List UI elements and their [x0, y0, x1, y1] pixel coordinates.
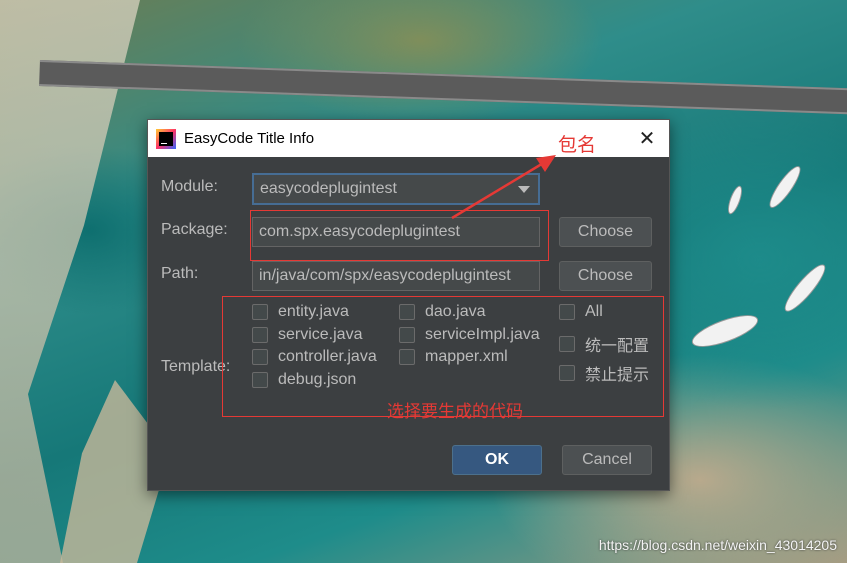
ok-button[interactable]: OK: [452, 445, 542, 475]
template-annotation-text: 选择要生成的代码: [387, 402, 523, 422]
close-icon[interactable]: ✕: [635, 126, 659, 150]
dialog-title: EasyCode Title Info: [184, 130, 315, 147]
module-value: easycodeplugintest: [260, 180, 397, 197]
coastal-road: [39, 60, 847, 115]
package-annotation-box: [250, 210, 549, 261]
boat: [725, 184, 745, 216]
package-label: Package:: [161, 221, 228, 238]
cancel-button[interactable]: Cancel: [562, 445, 652, 475]
boat: [779, 259, 831, 317]
path-field[interactable]: in/java/com/spx/easycodeplugintest: [252, 261, 540, 291]
package-annotation-text: 包名: [558, 134, 597, 156]
boat: [764, 162, 806, 212]
boat: [688, 308, 762, 354]
path-label: Path:: [161, 265, 199, 282]
package-choose-button[interactable]: Choose: [559, 217, 652, 247]
path-choose-button[interactable]: Choose: [559, 261, 652, 291]
module-label: Module:: [161, 178, 218, 195]
intellij-icon: [156, 128, 176, 149]
chevron-down-icon: [518, 186, 530, 193]
watermark-url: https://blog.csdn.net/weixin_43014205: [598, 537, 837, 553]
module-select[interactable]: easycodeplugintest: [252, 173, 540, 205]
template-label: Template:: [161, 358, 231, 375]
